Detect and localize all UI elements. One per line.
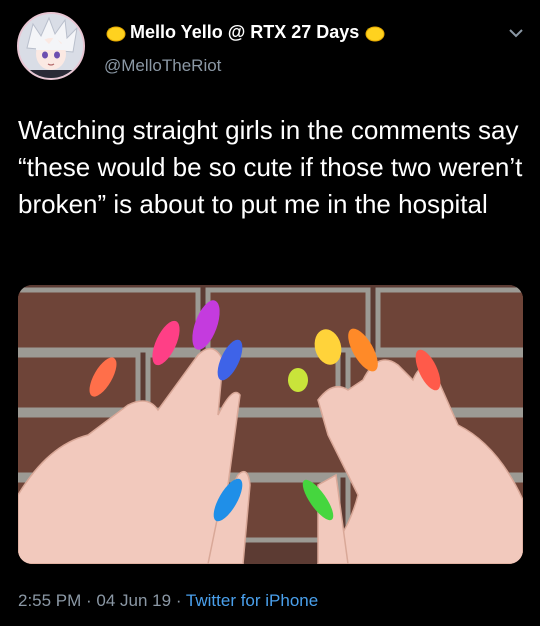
avatar[interactable] — [17, 12, 85, 80]
lemon-icon — [365, 26, 385, 41]
meta-separator: · — [81, 591, 97, 610]
tweet-card: Mello Yello @ RTX 27 Days @MelloTheRiot … — [0, 0, 540, 626]
tweet-text: Watching straight girls in the comments … — [18, 115, 523, 219]
chevron-down-icon[interactable] — [509, 28, 523, 38]
tweet-time: 2:55 PM — [18, 591, 82, 610]
display-name: Mello Yello @ RTX 27 Days — [130, 22, 360, 42]
tweet-meta: 2:55 PM · 04 Jun 19 · Twitter for iPhone — [18, 591, 318, 611]
display-name-row[interactable]: Mello Yello @ RTX 27 Days — [104, 22, 385, 43]
user-handle[interactable]: @MelloTheRiot — [104, 56, 221, 76]
tweet-media-image[interactable] — [18, 285, 523, 564]
meta-separator: · — [171, 591, 186, 610]
tweet-source-link[interactable]: Twitter for iPhone — [186, 591, 318, 610]
tweet-date: 04 Jun 19 — [96, 591, 172, 610]
anime-avatar-icon — [19, 14, 83, 78]
lemon-icon — [106, 26, 126, 41]
rainbow-nails-photo — [18, 285, 523, 564]
